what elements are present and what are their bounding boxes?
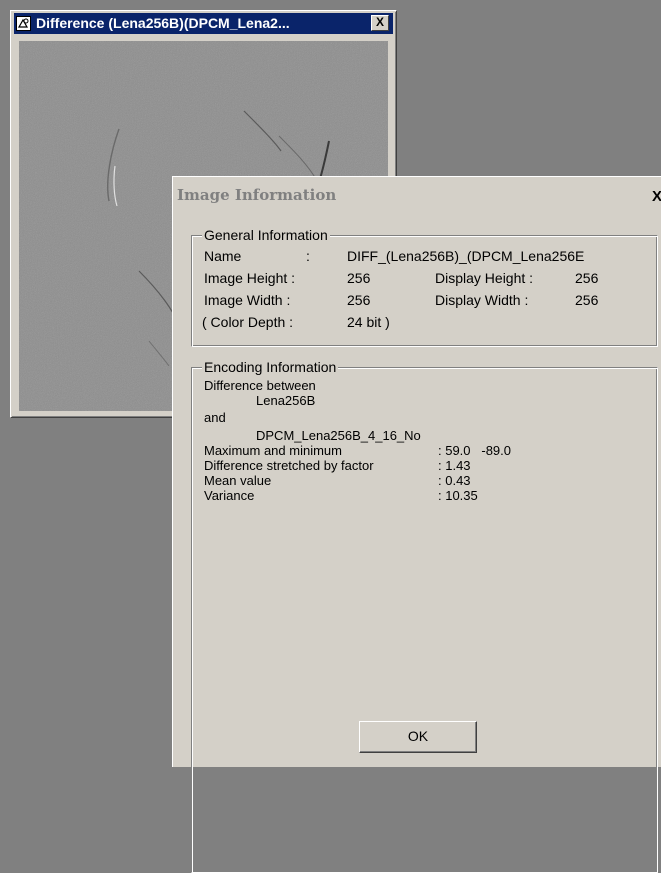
encoding-line-difference-between: Difference between xyxy=(204,378,316,393)
difference-window-titlebar[interactable]: Difference (Lena256B)(DPCM_Lena2... X xyxy=(14,13,393,34)
mean-value-label: Mean value xyxy=(204,473,272,488)
ok-button[interactable]: OK xyxy=(359,721,477,753)
app-icon[interactable] xyxy=(16,16,31,31)
encoding-information-group: Encoding Information Difference between … xyxy=(191,359,658,873)
display-width-label: Display Width : xyxy=(435,292,529,308)
name-label: Name xyxy=(204,248,242,264)
encoding-line-source-a: Lena256B xyxy=(256,393,316,408)
difference-window-title: Difference (Lena256B)(DPCM_Lena2... xyxy=(36,15,290,31)
display-width-value: 256 xyxy=(575,292,599,308)
stretch-factor-label: Difference stretched by factor xyxy=(204,458,374,473)
dialog-close-button[interactable]: X xyxy=(647,187,661,207)
general-information-legend: General Information xyxy=(202,227,330,243)
image-width-value: 256 xyxy=(347,292,371,308)
color-depth-label: ( Color Depth : xyxy=(202,314,294,330)
name-value: DIFF_(Lena256B)_(DPCM_Lena256E xyxy=(347,248,585,264)
variance-value: : 10.35 xyxy=(438,488,478,503)
maxmin-value: : 59.0 -89.0 xyxy=(438,443,511,458)
mean-value-value: : 0.43 xyxy=(438,473,471,488)
dialog-title: Image Information xyxy=(177,186,337,204)
name-separator: : xyxy=(306,248,310,264)
encoding-line-source-b: DPCM_Lena256B_4_16_No xyxy=(256,428,421,443)
maxmin-label: Maximum and minimum xyxy=(204,443,342,458)
display-height-value: 256 xyxy=(575,270,599,286)
dialog-titlebar[interactable]: Image Information X xyxy=(173,177,661,215)
variance-label: Variance xyxy=(204,488,255,503)
encoding-line-and: and xyxy=(204,410,226,425)
difference-window-close-button[interactable]: X xyxy=(371,15,389,31)
color-depth-value: 24 bit ) xyxy=(347,314,390,330)
image-width-label: Image Width : xyxy=(204,292,291,308)
stretch-factor-value: : 1.43 xyxy=(438,458,471,473)
display-height-label: Display Height : xyxy=(435,270,534,286)
image-height-label: Image Height : xyxy=(204,270,296,286)
general-information-group: General Information Name : DIFF_(Lena256… xyxy=(191,227,658,347)
image-information-dialog[interactable]: Image Information X General Information … xyxy=(172,176,661,873)
image-height-value: 256 xyxy=(347,270,371,286)
encoding-information-legend: Encoding Information xyxy=(202,359,339,375)
